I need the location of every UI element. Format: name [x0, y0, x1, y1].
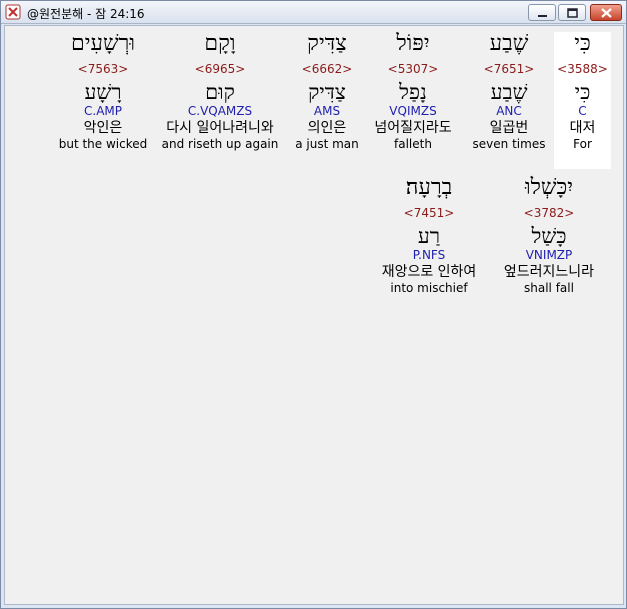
morphology-code: C.VQAMZS [187, 104, 253, 118]
strongs-number[interactable]: <7563> [55, 62, 151, 76]
lemma: שֶׁבַע [490, 80, 528, 104]
word-col[interactable]: בְרָעָה׃ <7451> רַע P.NFS 재앙으로 인하여 into … [369, 176, 489, 296]
hebrew-word: בְרָעָה׃ [405, 175, 453, 200]
morphology-code: AMS [313, 104, 341, 118]
strongs-number[interactable]: <7451> [369, 206, 489, 220]
english-gloss: into mischief [390, 281, 468, 295]
word-col[interactable]: צַדִּיק <6662> צַדִּיק AMS 의인은 a just ma… [289, 32, 365, 152]
word-col[interactable]: וּרְשָׁעִים <7563> רָשָׁע C.AMP 악인은 but … [55, 32, 151, 152]
morphology-code: VQIMZS [389, 104, 437, 118]
word-col[interactable]: וָקָם <6965> קוּם C.VQAMZS 다시 일어나려니와 and… [155, 32, 285, 152]
lemma: כָּשַׁל [531, 224, 567, 248]
minimize-icon [538, 15, 547, 17]
hebrew-word: כִּי [574, 31, 591, 56]
strongs-number[interactable]: <7651> [467, 62, 551, 76]
strongs-number[interactable]: <6965> [155, 62, 285, 76]
morphology-code: C.AMP [84, 104, 122, 118]
lemma: כִּי [574, 80, 591, 104]
morphology-code: VNIMZP [525, 248, 573, 262]
main-window: @원전분해 - 잠 24:16 כִּי <3588> כִּי C 대저 Fo… [0, 0, 627, 609]
maximize-icon [567, 8, 578, 18]
hebrew-word: יִפּוֹל [396, 31, 430, 56]
english-gloss: a just man [295, 137, 359, 151]
korean-gloss: 엎드러지느니라 [503, 264, 595, 280]
hebrew-word: וָקָם [204, 31, 236, 56]
korean-gloss: 일곱번 [489, 120, 529, 136]
english-gloss: shall fall [524, 281, 574, 295]
hebrew-word: צַדִּיק [307, 31, 347, 56]
title-bar[interactable]: @원전분해 - 잠 24:16 [1, 1, 626, 24]
analysis-panel: כִּי <3588> כִּי C 대저 For שֶׁבַע <7651> … [4, 25, 624, 605]
strongs-number[interactable]: <6662> [289, 62, 365, 76]
hebrew-word: וּרְשָׁעִים [71, 31, 135, 56]
korean-gloss: 넘어질지라도 [374, 120, 452, 136]
lemma: רַע [417, 224, 441, 248]
maximize-button[interactable] [558, 4, 586, 21]
korean-gloss: 대저 [569, 120, 596, 136]
lemma: קוּם [205, 80, 235, 104]
english-gloss: but the wicked [58, 137, 148, 151]
english-gloss: and riseth up again [161, 137, 279, 151]
korean-gloss: 다시 일어나려니와 [166, 120, 274, 136]
korean-gloss: 악인은 [83, 120, 123, 136]
lemma: צַדִּיק [308, 80, 346, 104]
word-col[interactable]: כִּי <3588> כִּי C 대저 For [554, 32, 611, 169]
morphology-code: C [578, 104, 587, 118]
korean-gloss: 의인은 [307, 120, 347, 136]
window-title: @원전분해 - 잠 24:16 [27, 7, 145, 21]
hebrew-word: יִכָּשְׁלוּ [524, 175, 574, 200]
close-icon [601, 8, 612, 18]
lemma: רָשָׁע [84, 80, 122, 104]
close-button[interactable] [590, 4, 622, 21]
lemma: נָפַל [399, 80, 427, 104]
strongs-number[interactable]: <3588> [554, 62, 611, 76]
app-icon [5, 4, 21, 20]
english-gloss: seven times [472, 137, 546, 151]
english-gloss: falleth [394, 137, 432, 151]
minimize-button[interactable] [528, 4, 556, 21]
hebrew-word: שֶׁבַע [489, 31, 529, 56]
morphology-code: ANC [496, 104, 522, 118]
word-col[interactable]: יִפּוֹל <5307> נָפַל VQIMZS 넘어질지라도 falle… [361, 32, 465, 152]
strongs-number[interactable]: <5307> [361, 62, 465, 76]
english-gloss: For [573, 137, 592, 151]
strongs-number[interactable]: <3782> [497, 206, 601, 220]
word-col[interactable]: יִכָּשְׁלוּ <3782> כָּשַׁל VNIMZP 엎드러지느니… [497, 176, 601, 296]
morphology-code: P.NFS [412, 248, 446, 262]
korean-gloss: 재앙으로 인하여 [381, 264, 477, 280]
word-col[interactable]: שֶׁבַע <7651> שֶׁבַע ANC 일곱번 seven times [467, 32, 551, 152]
